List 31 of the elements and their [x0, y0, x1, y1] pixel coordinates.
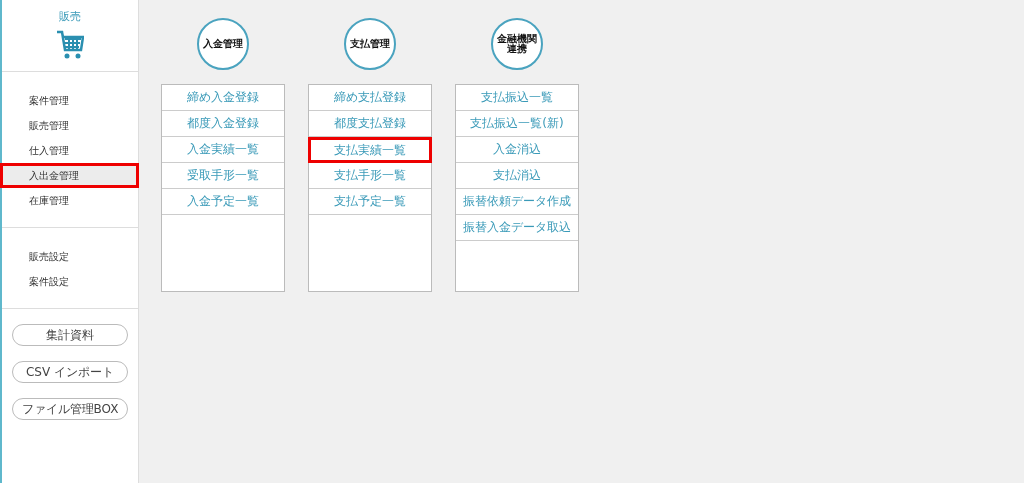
sidebar-button[interactable]: ファイル管理BOX [12, 398, 128, 420]
menu-link[interactable]: 締め支払登録 [309, 85, 431, 111]
section-title: 販売 [59, 9, 81, 24]
menu-item[interactable]: 販売管理 [0, 113, 139, 138]
menu-link[interactable]: 支払予定一覧 [309, 189, 431, 215]
menu-link[interactable]: 支払振込一覧(新) [456, 111, 578, 137]
sidebar-button[interactable]: CSV インポート [12, 361, 128, 383]
menu-link[interactable]: 締め入金登録 [162, 85, 284, 111]
menu-link[interactable]: 振替入金データ取込 [456, 215, 578, 241]
menu-link[interactable]: 支払振込一覧 [456, 85, 578, 111]
menu-link[interactable]: 都度支払登録 [309, 111, 431, 137]
menu-item[interactable]: 案件管理 [0, 88, 139, 113]
category-badge: 入金管理 [197, 18, 249, 70]
menu-link[interactable]: 入金消込 [456, 137, 578, 163]
menu-item[interactable]: 在庫管理 [0, 188, 139, 213]
menu-link[interactable]: 入金予定一覧 [162, 189, 284, 215]
cart-icon [56, 30, 84, 60]
category-badge: 支払管理 [344, 18, 396, 70]
menu-link[interactable]: 支払手形一覧 [309, 163, 431, 189]
menu-item[interactable]: 仕入管理 [0, 138, 139, 163]
menu-link[interactable]: 支払実績一覧 [308, 137, 432, 163]
menu-link[interactable]: 入金実績一覧 [162, 137, 284, 163]
menu-item[interactable]: 案件設定 [0, 269, 139, 294]
menu-item[interactable]: 入出金管理 [0, 163, 139, 188]
sidebar-button[interactable]: 集計資料 [12, 324, 128, 346]
menu-link[interactable]: 振替依頼データ作成 [456, 189, 578, 215]
menu-link[interactable]: 支払消込 [456, 163, 578, 189]
menu-link[interactable]: 都度入金登録 [162, 111, 284, 137]
menu-item[interactable]: 販売設定 [0, 244, 139, 269]
category-badge: 金融機関連携 [491, 18, 543, 70]
menu-link[interactable]: 受取手形一覧 [162, 163, 284, 189]
